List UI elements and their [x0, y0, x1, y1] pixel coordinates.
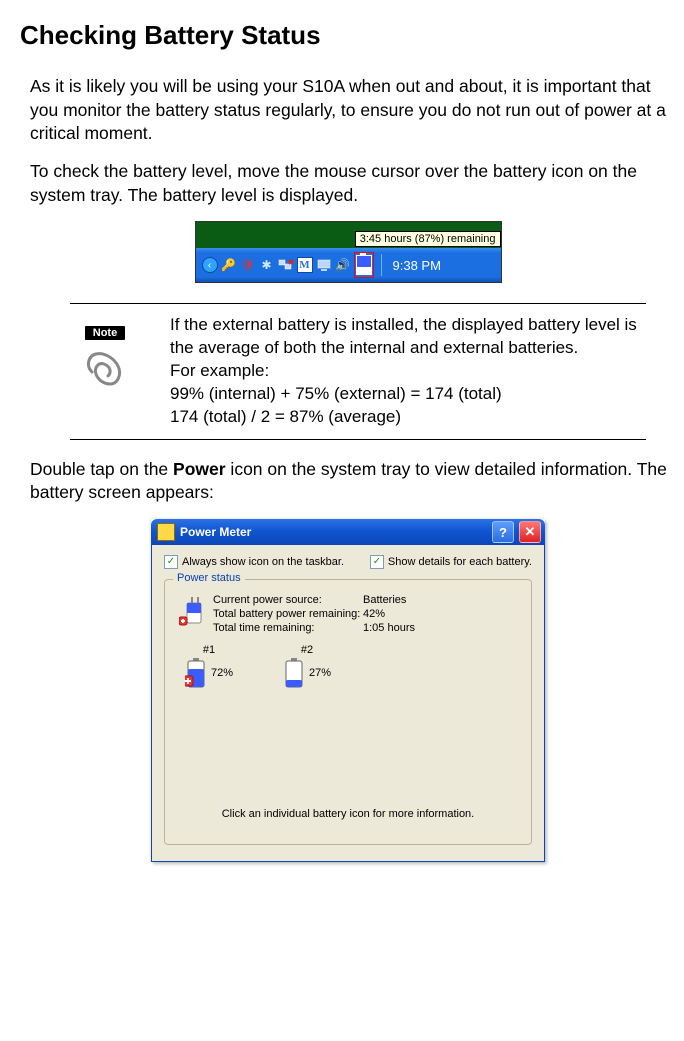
note-line-2: For example:	[170, 360, 640, 383]
battery-1-percent: 72%	[211, 667, 233, 679]
tray-m-icon[interactable]: M	[297, 257, 313, 273]
note-line-1: If the external battery is installed, th…	[170, 314, 640, 360]
tray-key-icon[interactable]: 🔑	[221, 257, 237, 273]
power-status-legend: Power status	[173, 572, 245, 584]
intro-paragraph-2: To check the battery level, move the mou…	[30, 160, 676, 207]
power-meter-title: Power Meter	[180, 525, 251, 539]
tray-monitor-icon[interactable]	[316, 257, 332, 273]
page-heading: Checking Battery Status	[20, 20, 676, 51]
power-meter-hint: Click an individual battery icon for mor…	[175, 808, 521, 820]
tray-volume-icon[interactable]: 🔊	[335, 257, 351, 273]
battery-2[interactable]: #2 27%	[283, 644, 331, 688]
total-remaining-label: Total battery power remaining:	[213, 608, 363, 620]
intro-paragraph-1: As it is likely you will be using your S…	[30, 75, 676, 146]
power-status-group: Power status Current power source: Batte…	[164, 579, 532, 845]
power-plug-icon	[179, 597, 209, 631]
power-meter-titlebar[interactable]: Power Meter ? ✕	[151, 519, 545, 545]
power-meter-title-icon	[157, 523, 175, 541]
note-box: Note If the external battery is installe…	[70, 303, 646, 440]
battery-2-number: #2	[301, 644, 313, 656]
paperclip-icon	[80, 344, 130, 392]
close-button[interactable]: ✕	[519, 521, 541, 543]
battery-1-icon	[185, 658, 207, 688]
tray-expand-icon[interactable]: ‹	[202, 257, 218, 273]
paragraph-3: Double tap on the Power icon on the syst…	[30, 458, 676, 505]
systray-screenshot: 3:45 hours (87%) remaining ‹ 🔑 🛡 ✱ M 🔊 9…	[195, 221, 502, 283]
battery-1[interactable]: #1 72%	[185, 644, 233, 688]
battery-tooltip: 3:45 hours (87%) remaining	[355, 231, 501, 247]
checkbox-icon: ✓	[370, 555, 384, 569]
battery-2-icon	[283, 658, 305, 688]
time-remaining-label: Total time remaining:	[213, 622, 363, 634]
show-details-label: Show details for each battery.	[388, 556, 532, 568]
battery-icon-highlight	[354, 252, 374, 278]
battery-2-percent: 27%	[309, 667, 331, 679]
checkbox-icon: ✓	[164, 555, 178, 569]
tray-shield-icon[interactable]: 🛡	[240, 257, 256, 273]
power-meter-window: Power Meter ? ✕ ✓ Always show icon on th…	[151, 519, 545, 862]
always-show-icon-label: Always show icon on the taskbar.	[182, 556, 344, 568]
note-line-4: 174 (total) / 2 = 87% (average)	[170, 406, 640, 429]
help-button[interactable]: ?	[492, 521, 514, 543]
always-show-icon-checkbox[interactable]: ✓ Always show icon on the taskbar.	[164, 555, 344, 569]
power-source-label: Current power source:	[213, 594, 363, 606]
note-line-3: 99% (internal) + 75% (external) = 174 (t…	[170, 383, 640, 406]
power-source-value: Batteries	[363, 594, 453, 606]
tray-bluetooth-icon[interactable]: ✱	[259, 257, 275, 273]
show-details-checkbox[interactable]: ✓ Show details for each battery.	[370, 555, 532, 569]
tray-clock[interactable]: 9:38 PM	[393, 258, 441, 273]
time-remaining-value: 1:05 hours	[363, 622, 453, 634]
total-remaining-value: 42%	[363, 608, 453, 620]
note-badge: Note	[85, 326, 125, 340]
battery-1-number: #1	[203, 644, 215, 656]
tray-network-icon[interactable]	[278, 257, 294, 273]
tray-battery-icon[interactable]	[356, 255, 372, 275]
